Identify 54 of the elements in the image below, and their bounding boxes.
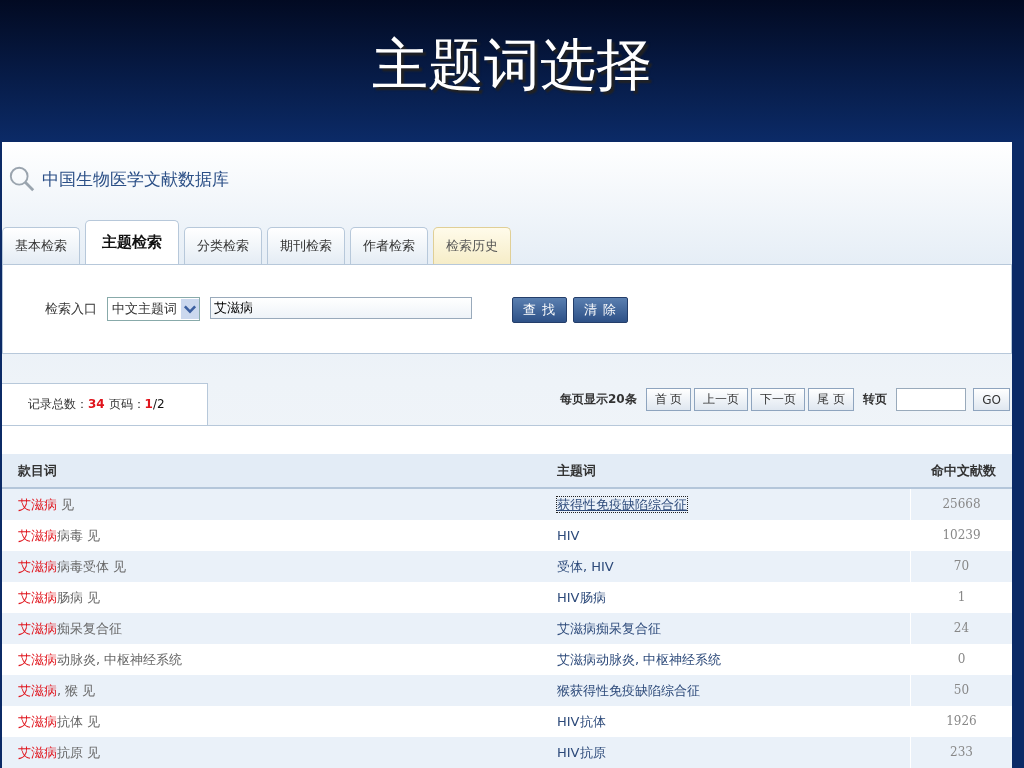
hit-count: 1926 [946,714,977,728]
pager-button[interactable]: 首 页 [645,388,692,411]
hit-count: 25668 [942,497,981,511]
search-field[interactable]: 艾滋病 [210,297,472,320]
hit-count: 50 [953,683,970,697]
entry-term: 艾滋病抗体 见 [18,713,101,729]
hit-count: 10239 [942,528,981,542]
hit-count: 233 [950,745,973,759]
subject-heading-link[interactable]: 获得性免疫缺陷综合征 [557,496,687,512]
page-number-field[interactable] [896,388,967,411]
column-header: 款目词 [17,461,58,480]
site-title: 中国生物医学文献数据库 [42,167,229,191]
entry-term: 艾滋病抗原 见 [18,744,101,760]
subject-heading-link[interactable]: HIV抗原 [557,744,606,760]
pager-button[interactable]: 上一页 [694,388,749,411]
pager-button[interactable]: 下一页 [751,388,806,411]
hit-count: 0 [957,652,966,666]
hit-count: 1 [957,590,966,604]
hit-count: 24 [953,621,970,635]
entry-term: 艾滋病 见 [18,496,75,512]
slide-title: 主题词选择 [372,31,652,99]
subject-heading-link[interactable]: HIV肠病 [557,589,606,605]
subject-heading-link[interactable]: 猴获得性免疫缺陷综合征 [557,682,700,698]
record-summary: 记录总数：34 页码：1/2 [28,396,165,413]
column-header: 主题词 [556,461,597,480]
entry-term: 艾滋病肠病 见 [18,589,101,605]
column-header: 命中文献数 [930,461,997,480]
pager-button[interactable]: 尾 页 [808,388,855,411]
tab[interactable]: 检索历史 [433,227,511,265]
tab[interactable]: 期刊检索 [267,227,345,265]
search-icon [8,165,36,194]
dropdown-caret-icon[interactable] [181,299,199,320]
tab[interactable]: 基本检索 [2,227,80,265]
search-entry-select[interactable]: 中文主题词 [107,297,200,322]
tab[interactable]: 作者检索 [350,227,428,265]
entry-term: 艾滋病痴呆复合征 [18,620,122,636]
find-button[interactable]: 查 找 [512,297,568,324]
entry-term: 艾滋病, 猴 见 [18,682,96,698]
subject-heading-link[interactable]: 艾滋病痴呆复合征 [557,620,661,636]
entry-term: 艾滋病病毒 见 [18,527,101,543]
subject-heading-link[interactable]: 艾滋病动脉炎, 中枢神经系统 [557,651,722,667]
per-page-label: 每页显示20条 [559,391,637,408]
goto-page-label: 转页 [863,391,888,408]
subject-heading-link[interactable]: HIV抗体 [557,713,606,729]
tab[interactable]: 分类检索 [184,227,262,265]
subject-heading-link[interactable]: HIV [557,528,580,543]
go-button[interactable]: GO [973,388,1010,411]
entry-term: 艾滋病动脉炎, 中枢神经系统 [18,651,183,667]
hit-count: 70 [953,559,970,573]
search-entry-label: 检索入口 [45,300,97,319]
entry-term: 艾滋病病毒受体 见 [18,558,127,574]
clear-button[interactable]: 清 除 [573,297,629,324]
tab[interactable]: 主题检索 [85,220,179,265]
subject-heading-link[interactable]: 受体, HIV [557,558,614,574]
